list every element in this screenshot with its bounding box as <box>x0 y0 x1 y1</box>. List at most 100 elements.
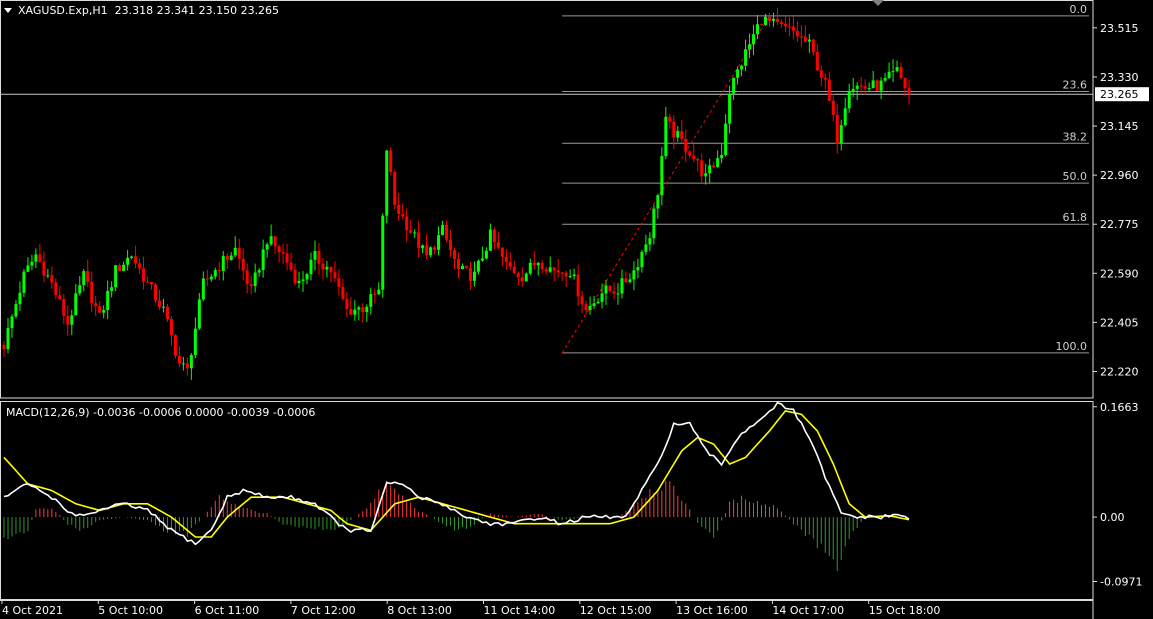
candle-body[interactable] <box>293 269 297 284</box>
candle-body[interactable] <box>413 232 417 234</box>
candle-body[interactable] <box>564 272 568 277</box>
candle-body[interactable] <box>289 262 293 270</box>
candle-body[interactable] <box>34 254 38 262</box>
chart-shift-marker[interactable] <box>872 0 884 6</box>
candle-body[interactable] <box>66 315 70 325</box>
candle-body[interactable] <box>835 114 839 144</box>
candle-body[interactable] <box>807 39 811 42</box>
candle-body[interactable] <box>173 335 177 356</box>
candle-body[interactable] <box>14 304 18 317</box>
candle-body[interactable] <box>576 274 580 297</box>
candle-body[interactable] <box>433 247 437 250</box>
candle-body[interactable] <box>696 158 700 161</box>
candle-body[interactable] <box>811 39 815 53</box>
fib-trend-line[interactable] <box>561 15 770 354</box>
candle-body[interactable] <box>189 355 193 369</box>
candle-body[interactable] <box>652 208 656 239</box>
candle-body[interactable] <box>843 108 847 126</box>
candle-body[interactable] <box>106 290 110 311</box>
candle-body[interactable] <box>181 363 185 365</box>
candle-body[interactable] <box>664 116 668 157</box>
candle-body[interactable] <box>496 242 500 248</box>
candle-body[interactable] <box>349 308 353 315</box>
candle-body[interactable] <box>560 272 564 274</box>
candle-body[interactable] <box>791 26 795 31</box>
candle-body[interactable] <box>385 150 389 216</box>
candle-body[interactable] <box>891 71 895 73</box>
candle-body[interactable] <box>305 274 309 280</box>
candle-body[interactable] <box>201 278 205 300</box>
candle-body[interactable] <box>421 245 425 249</box>
candle-body[interactable] <box>612 291 616 294</box>
candle-body[interactable] <box>146 281 150 283</box>
candle-body[interactable] <box>620 278 624 294</box>
candle-body[interactable] <box>265 244 269 250</box>
candle-body[interactable] <box>636 267 640 271</box>
candle-body[interactable] <box>130 256 134 258</box>
candle-body[interactable] <box>453 250 457 259</box>
candle-body[interactable] <box>457 258 460 270</box>
candle-body[interactable] <box>716 158 720 167</box>
candle-body[interactable] <box>907 88 911 95</box>
candle-body[interactable] <box>353 309 357 315</box>
candle-body[interactable] <box>460 265 464 270</box>
candle-body[interactable] <box>46 275 50 277</box>
candle-body[interactable] <box>122 264 126 271</box>
candle-body[interactable] <box>74 293 78 316</box>
candle-body[interactable] <box>38 254 42 262</box>
candle-body[interactable] <box>724 123 728 155</box>
candle-body[interactable] <box>839 125 843 144</box>
candle-body[interactable] <box>700 160 704 177</box>
candle-body[interactable] <box>86 271 90 282</box>
candle-body[interactable] <box>209 276 213 280</box>
candle-body[interactable] <box>361 307 365 313</box>
candle-body[interactable] <box>249 284 253 287</box>
candle-body[interactable] <box>580 296 584 305</box>
candle-body[interactable] <box>401 214 405 217</box>
candle-body[interactable] <box>297 280 301 284</box>
candle-body[interactable] <box>680 131 684 139</box>
candle-body[interactable] <box>504 256 508 262</box>
candle-body[interactable] <box>831 100 835 115</box>
candle-body[interactable] <box>277 246 281 253</box>
candle-body[interactable] <box>98 306 102 313</box>
candle-body[interactable] <box>887 71 891 79</box>
candle-body[interactable] <box>752 34 756 45</box>
candle-body[interactable] <box>720 154 724 159</box>
candle-body[interactable] <box>756 24 760 35</box>
candle-body[interactable] <box>30 261 34 266</box>
candle-body[interactable] <box>26 265 30 272</box>
candle-body[interactable] <box>803 36 807 42</box>
candle-body[interactable] <box>592 303 596 306</box>
candle-body[interactable] <box>405 216 409 231</box>
candle-body[interactable] <box>604 285 608 294</box>
candle-body[interactable] <box>134 256 138 264</box>
candle-body[interactable] <box>676 131 680 138</box>
candle-body[interactable] <box>233 247 237 256</box>
candle-body[interactable] <box>552 267 556 271</box>
candle-body[interactable] <box>524 273 528 282</box>
candle-body[interactable] <box>468 267 472 281</box>
candle-body[interactable] <box>584 304 588 311</box>
candle-body[interactable] <box>285 253 289 263</box>
candle-body[interactable] <box>851 88 855 91</box>
candle-body[interactable] <box>608 285 612 292</box>
candle-body[interactable] <box>895 67 899 72</box>
candle-body[interactable] <box>628 279 632 283</box>
candle-body[interactable] <box>732 77 736 94</box>
symbol-dropdown-icon[interactable] <box>4 8 12 13</box>
candle-body[interactable] <box>464 265 468 268</box>
candle-body[interactable] <box>185 363 189 369</box>
candle-body[interactable] <box>341 287 345 299</box>
candle-body[interactable] <box>229 255 233 261</box>
candle-body[interactable] <box>449 239 453 251</box>
candle-body[interactable] <box>528 262 532 274</box>
candle-body[interactable] <box>819 70 823 78</box>
candle-body[interactable] <box>875 80 879 91</box>
candle-body[interactable] <box>656 195 660 209</box>
candle-body[interactable] <box>672 121 676 138</box>
candle-body[interactable] <box>269 236 273 245</box>
candle-body[interactable] <box>787 26 791 28</box>
candle-body[interactable] <box>799 36 803 38</box>
candle-body[interactable] <box>775 18 779 23</box>
